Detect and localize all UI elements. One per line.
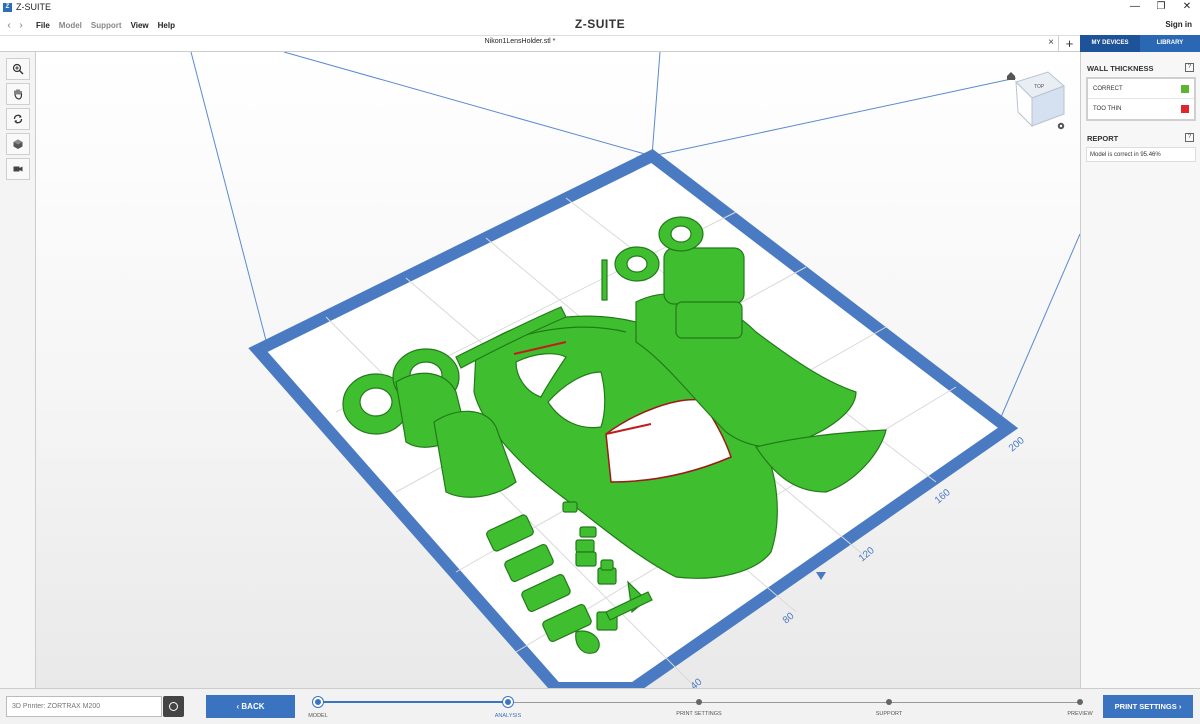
- view-toolbar: [0, 52, 36, 688]
- wall-thickness-legend: CORRECT TOO THIN: [1086, 77, 1196, 121]
- add-tab-button[interactable]: +: [1058, 36, 1080, 52]
- window-title: Z-SUITE: [16, 2, 51, 12]
- legend-label: CORRECT: [1093, 86, 1123, 92]
- workflow-steps: MODEL ANALYSIS PRINT SETTINGS SUPPORT PR…: [308, 689, 1093, 724]
- z-suite-window: Z Z-SUITE — ❐ ✕ Z-SUITE ‹ › File Model S…: [0, 0, 1200, 724]
- navigation-cube[interactable]: TOP: [1015, 71, 1065, 128]
- step-print-settings[interactable]: PRINT SETTINGS: [659, 689, 739, 717]
- step-label: MODEL: [308, 713, 328, 719]
- wall-thickness-help-icon[interactable]: ?: [1185, 63, 1194, 72]
- step-label: PRINT SETTINGS: [676, 711, 722, 717]
- report-text: Model is correct in 95.46%: [1086, 147, 1196, 162]
- step-dot: [886, 699, 892, 705]
- legend-label: TOO THIN: [1093, 106, 1122, 112]
- menu-support[interactable]: Support: [91, 21, 122, 30]
- forward-arrow-icon[interactable]: ›: [15, 20, 27, 31]
- print-settings-button[interactable]: PRINT SETTINGS ›: [1103, 695, 1193, 718]
- close-window-button[interactable]: ✕: [1174, 0, 1200, 14]
- correct-swatch: [1181, 85, 1189, 93]
- menu-file[interactable]: File: [36, 21, 50, 30]
- close-tab-icon[interactable]: ×: [1048, 37, 1054, 48]
- tab-library[interactable]: LIBRARY: [1140, 35, 1200, 52]
- scene-svg: 200 160 120 80 40 TOP: [190, 52, 1080, 688]
- file-tab-bar: Nikon1LensHolder.stl * × +: [0, 35, 1080, 52]
- menu-view[interactable]: View: [131, 21, 149, 30]
- tab-my-devices[interactable]: MY DEVICES: [1080, 35, 1140, 52]
- step-support[interactable]: SUPPORT: [849, 689, 929, 717]
- window-controls: — ❐ ✕: [1122, 0, 1200, 14]
- menu-model[interactable]: Model: [59, 21, 82, 30]
- file-tab[interactable]: Nikon1LensHolder.stl *: [0, 38, 1040, 45]
- report-title: REPORT: [1087, 134, 1119, 143]
- panel-tabs: MY DEVICES LIBRARY: [1080, 35, 1200, 52]
- wall-thickness-title: WALL THICKNESS: [1087, 64, 1154, 73]
- camera-icon[interactable]: [6, 158, 30, 180]
- printer-settings-icon[interactable]: [163, 696, 184, 717]
- ruler-label: 200: [1007, 435, 1027, 454]
- title-bar: Z Z-SUITE — ❐ ✕: [0, 0, 1200, 14]
- step-dot: [313, 697, 323, 707]
- ruler-label: 80: [781, 610, 797, 626]
- 3d-viewport[interactable]: 200 160 120 80 40 TOP: [36, 52, 1080, 688]
- ruler-label: 120: [857, 545, 877, 564]
- step-dot: [1077, 699, 1083, 705]
- view-cube-icon[interactable]: [6, 133, 30, 155]
- app-logo-icon: Z: [3, 2, 12, 12]
- step-analysis[interactable]: ANALYSIS: [468, 689, 548, 719]
- ruler-label: 160: [933, 487, 953, 506]
- printer-select-field[interactable]: [6, 696, 162, 717]
- sign-in-link[interactable]: Sign in: [1165, 20, 1192, 29]
- too-thin-swatch: [1181, 105, 1189, 113]
- step-label: SUPPORT: [875, 711, 903, 717]
- legend-row-correct: CORRECT: [1088, 79, 1194, 99]
- step-dot: [503, 697, 513, 707]
- menu-help[interactable]: Help: [158, 21, 175, 30]
- home-icon[interactable]: [1007, 72, 1015, 80]
- brand-logo: Z-SUITE: [574, 17, 626, 31]
- legend-row-too-thin: TOO THIN: [1088, 99, 1194, 119]
- workflow-bar: ‹ BACK MODEL ANALYSIS PRINT SETTINGS SUP…: [0, 688, 1200, 724]
- nav-cube-label: TOP: [1034, 84, 1045, 90]
- ruler-label: 40: [689, 676, 705, 688]
- zoom-icon[interactable]: [6, 58, 30, 80]
- rotate-icon[interactable]: [6, 108, 30, 130]
- step-label: ANALYSIS: [494, 713, 522, 719]
- report-help-icon[interactable]: ?: [1185, 133, 1194, 142]
- step-dot: [696, 699, 702, 705]
- analysis-panel: WALL THICKNESS ? CORRECT TOO THIN REPORT…: [1080, 52, 1200, 688]
- gear-icon[interactable]: [1057, 122, 1065, 130]
- minimize-button[interactable]: —: [1122, 0, 1148, 14]
- pan-hand-icon[interactable]: [6, 83, 30, 105]
- step-model[interactable]: MODEL: [278, 689, 358, 719]
- menu-bar: Z-SUITE ‹ › File Model Support View Help…: [0, 15, 1200, 35]
- back-arrow-icon[interactable]: ‹: [3, 20, 15, 31]
- maximize-button[interactable]: ❐: [1148, 0, 1174, 14]
